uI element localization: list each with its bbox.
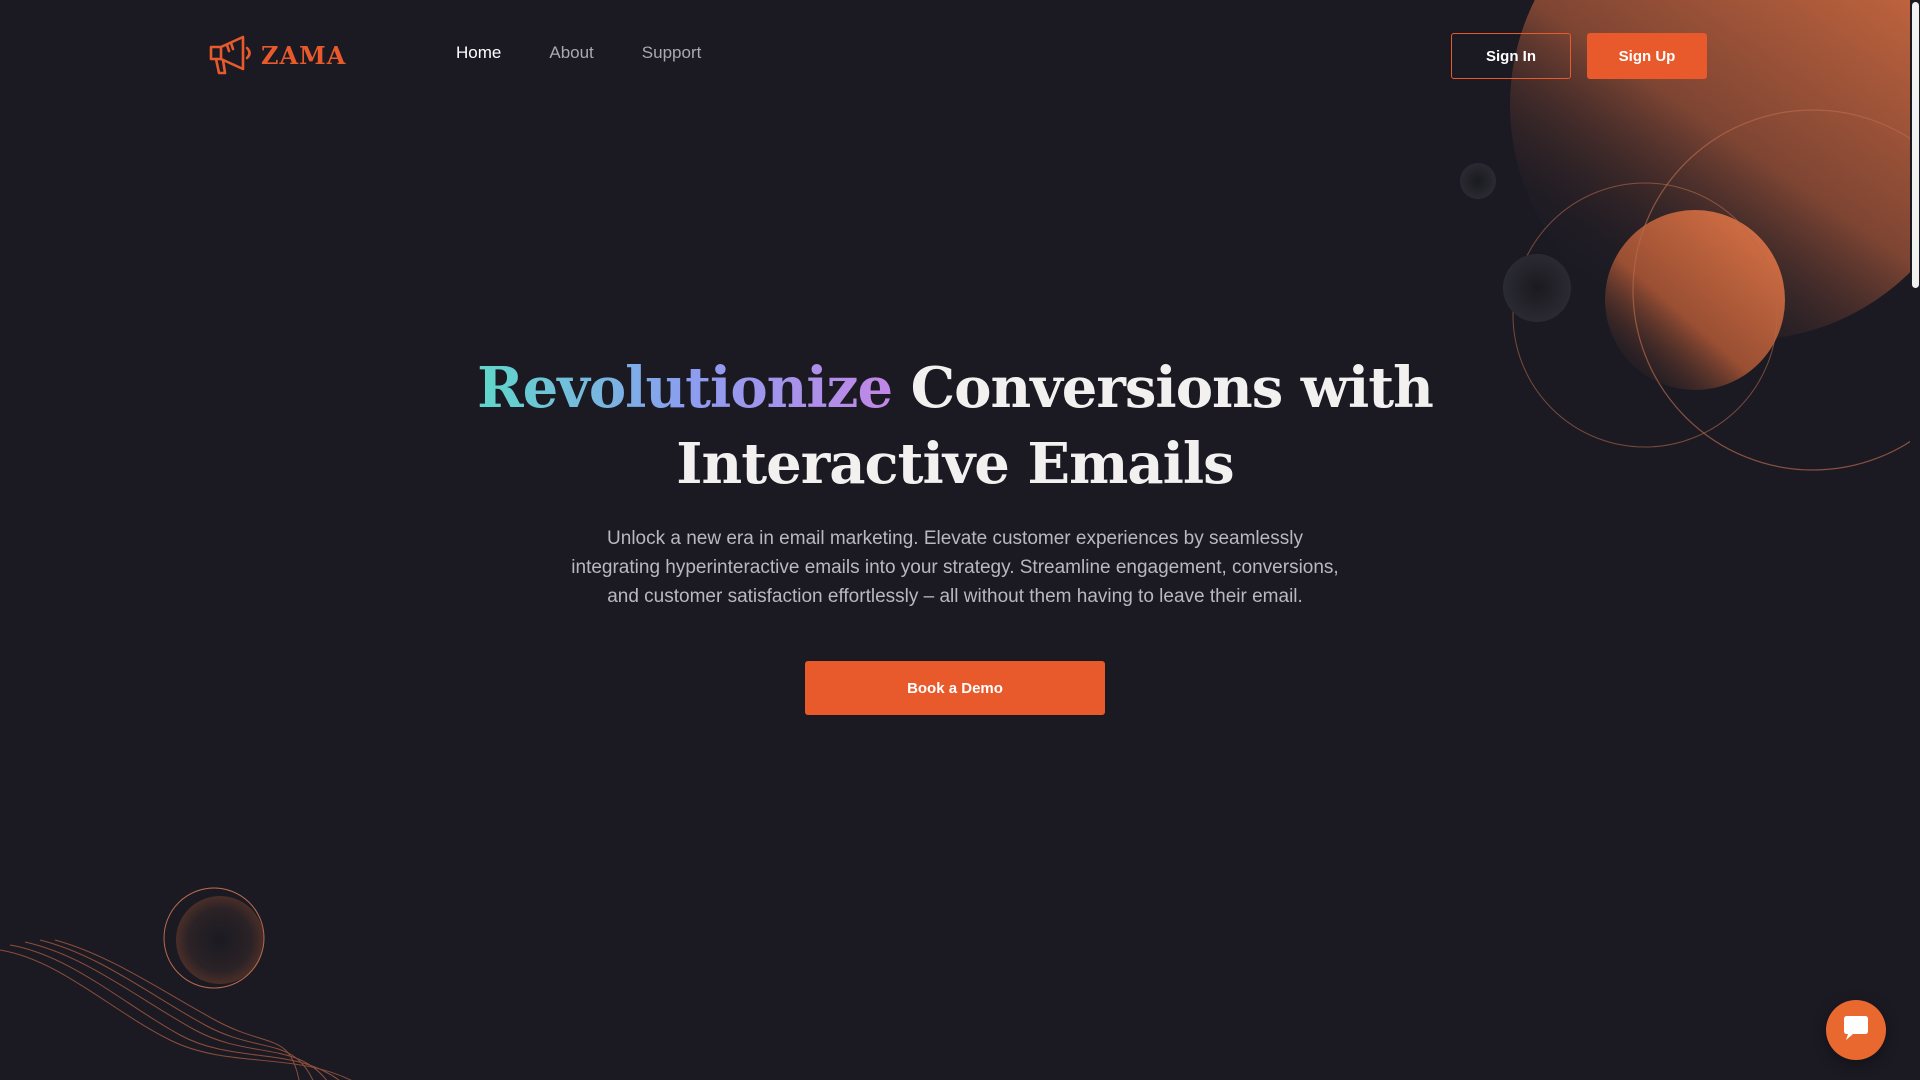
- bottom-orb: [176, 896, 264, 984]
- book-demo-button[interactable]: Book a Demo: [805, 661, 1105, 715]
- scrollbar-thumb[interactable]: [1912, 2, 1919, 288]
- nav-item-home[interactable]: Home: [456, 43, 501, 63]
- hero-title-line1-rest: Conversions with: [892, 355, 1434, 421]
- brand-name: ZAMA: [261, 40, 347, 70]
- dark-dot-small: [1460, 163, 1496, 199]
- site-header: ZAMA Home About Support Sign In Sign Up: [0, 0, 1920, 110]
- sign-up-button[interactable]: Sign Up: [1587, 33, 1707, 79]
- main-nav: Home About Support: [456, 43, 701, 63]
- landing-page: ZAMA Home About Support Sign In Sign Up …: [0, 0, 1920, 1080]
- nav-item-about[interactable]: About: [549, 43, 593, 63]
- hero-section: Revolutionize Conversions with Interacti…: [0, 350, 1910, 715]
- nav-item-support[interactable]: Support: [642, 43, 702, 63]
- dark-dot-medium: [1503, 254, 1571, 322]
- hero-title-line2: Interactive Emails: [676, 431, 1234, 497]
- megaphone-icon: [207, 33, 255, 77]
- hero-title: Revolutionize Conversions with Interacti…: [0, 350, 1910, 502]
- wave-lines: [0, 939, 352, 1080]
- bottom-orb-ring: [163, 887, 265, 989]
- chat-button[interactable]: [1826, 1000, 1886, 1060]
- hero-title-highlight: Revolutionize: [477, 355, 893, 421]
- chat-bubble-icon: [1841, 1014, 1871, 1046]
- hero-subtitle: Unlock a new era in email marketing. Ele…: [571, 528, 1339, 607]
- logo[interactable]: ZAMA: [207, 32, 346, 78]
- sign-in-button[interactable]: Sign In: [1451, 33, 1571, 79]
